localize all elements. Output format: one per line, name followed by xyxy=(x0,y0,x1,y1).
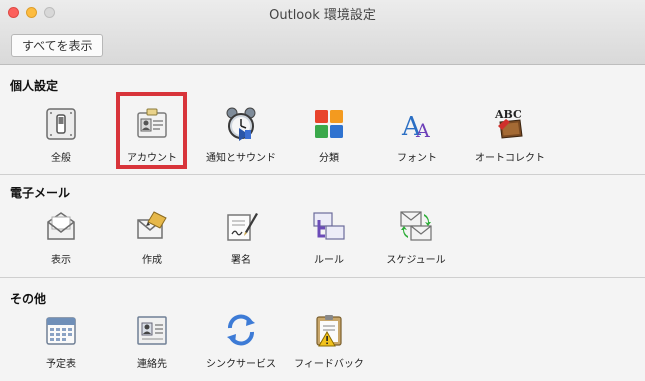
pref-reading[interactable]: 表示 xyxy=(16,208,106,266)
pref-schedules[interactable]: スケジュール xyxy=(371,208,461,266)
sync-icon xyxy=(227,314,255,346)
section-title-personal: 個人設定 xyxy=(10,79,59,93)
pref-label: 作成 xyxy=(142,255,162,266)
pref-notifications-sounds[interactable]: 通知とサウンド xyxy=(196,106,286,164)
show-all-button[interactable]: すべてを表示 xyxy=(11,34,104,57)
pref-contacts[interactable]: 連絡先 xyxy=(107,312,197,370)
pref-label: 署名 xyxy=(231,255,251,266)
feedback-clipboard-icon xyxy=(316,315,342,347)
schedule-envelopes-icon xyxy=(400,211,432,241)
pref-rules[interactable]: ルール xyxy=(284,208,374,266)
rules-icon xyxy=(313,212,345,240)
general-switch-icon xyxy=(46,108,76,140)
pref-composing[interactable]: 作成 xyxy=(107,208,197,266)
window-title: Outlook 環境設定 xyxy=(269,8,376,23)
section-title-other: その他 xyxy=(10,292,47,306)
contacts-icon xyxy=(137,316,167,345)
notification-alarm-icon xyxy=(226,107,256,141)
section-title-email: 電子メール xyxy=(10,186,71,200)
signature-pen-icon xyxy=(227,213,258,241)
pref-fonts[interactable]: A A フォント xyxy=(372,106,462,164)
font-icon: A A xyxy=(401,112,430,142)
section-divider xyxy=(0,277,645,278)
pref-label: オートコレクト xyxy=(475,153,545,164)
pref-autocorrect[interactable]: ABC オートコレクト xyxy=(465,106,555,164)
pref-categories[interactable]: 分類 xyxy=(284,106,374,164)
pref-label: 分類 xyxy=(319,153,339,164)
category-squares-icon xyxy=(315,110,343,138)
reading-envelope-icon xyxy=(47,212,75,240)
pref-label: シンクサービス xyxy=(206,359,276,370)
pref-label: スケジュール xyxy=(386,255,446,266)
title-bar: Outlook 環境設定 すべてを表示 xyxy=(0,0,645,65)
compose-envelope-icon xyxy=(137,211,167,239)
pref-label: 予定表 xyxy=(46,359,76,370)
calendar-icon xyxy=(46,317,76,345)
preferences-window: Outlook 環境設定 すべてを表示 個人設定 全般 アカウント 通知とサウン… xyxy=(0,0,645,381)
svg-text:A: A xyxy=(415,120,430,142)
section-divider xyxy=(0,174,645,175)
pref-label: 連絡先 xyxy=(137,359,167,370)
pref-signatures[interactable]: 署名 xyxy=(196,208,286,266)
pref-calendar[interactable]: 予定表 xyxy=(16,312,106,370)
pref-label: 全般 xyxy=(51,153,71,164)
highlight-box xyxy=(116,92,187,169)
pref-label: フィードバック xyxy=(294,359,364,370)
pref-label: 通知とサウンド xyxy=(206,153,276,164)
pref-sync-services[interactable]: シンクサービス xyxy=(196,312,286,370)
pref-feedback[interactable]: フィードバック xyxy=(284,312,374,370)
pref-label: 表示 xyxy=(51,255,71,266)
pref-general[interactable]: 全般 xyxy=(16,106,106,164)
svg-text:ABC: ABC xyxy=(494,108,522,121)
autocorrect-abc-icon: ABC xyxy=(494,108,523,139)
pref-label: フォント xyxy=(397,153,437,164)
pref-label: ルール xyxy=(314,255,344,266)
